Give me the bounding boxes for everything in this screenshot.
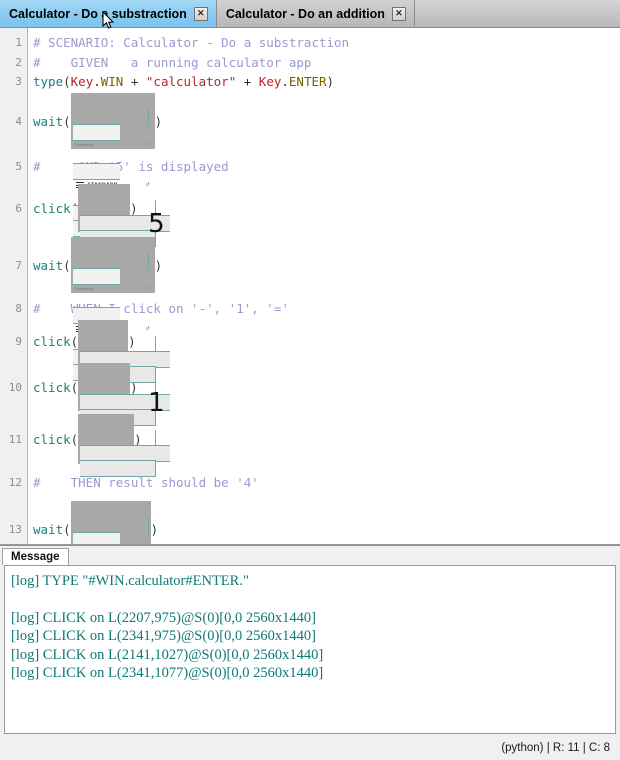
paren-open: (	[63, 73, 71, 89]
status-bar: (python) | R: 11 | C: 8	[0, 736, 620, 760]
line-number: 12	[8, 475, 22, 489]
string-literal: "calculator"	[145, 73, 237, 89]
paren-close: )	[150, 521, 159, 537]
function-name: wait	[33, 257, 64, 273]
plus-operator: +	[236, 73, 259, 89]
code-line: click( )	[33, 412, 620, 477]
code-line: click( 1 )	[33, 362, 620, 426]
dot: .	[93, 73, 101, 89]
line-number: 13	[8, 522, 22, 536]
comment-text: # WHEN I click on '-', '1', '='	[33, 300, 289, 316]
paren-open: (	[63, 257, 71, 273]
code-line: # GIVEN a running calculator app	[33, 52, 620, 72]
code-line: # WHEN I click on '-', '1', '='	[33, 295, 620, 321]
calculator-window-title: Calculator	[74, 142, 93, 147]
code-line: # AND '5' is displayed	[33, 152, 620, 181]
plus-operator: +	[123, 73, 146, 89]
line-number: 5	[15, 160, 22, 173]
function-name: wait	[33, 113, 64, 129]
comment-text: # GIVEN a running calculator app	[33, 54, 312, 70]
editor-tab-bar: Calculator - Do a substraction ✕ Calcula…	[0, 0, 620, 29]
line-number-gutter: 1 2 3 4 5 6 7 8 9 10 11 12 13	[0, 28, 28, 544]
log-entry: [log] CLICK on L(2207,975)@S(0)[0,0 2560…	[11, 609, 316, 626]
paren-close: )	[154, 113, 163, 129]
line-number: 4	[15, 114, 22, 128]
calculator-titlebar: Calculator □	[73, 284, 153, 293]
line-number: 7	[15, 258, 22, 272]
tab-calculator-addition[interactable]: Calculator - Do an addition ✕	[216, 0, 415, 27]
attribute-enter: ENTER	[288, 73, 327, 89]
paren-close: )	[154, 257, 163, 273]
line-number: 8	[15, 301, 22, 315]
log-entry: [log] CLICK on L(2341,1077)@S(0)[0,0 256…	[11, 665, 324, 681]
line-number: 1	[15, 35, 22, 49]
paren-open: (	[70, 431, 79, 447]
thumbnail-calculator-window-5[interactable]: Calculator □ STANDARD ↺ 5	[70, 237, 155, 381]
tab-calculator-substraction[interactable]: Calculator - Do a substraction ✕	[0, 0, 217, 27]
dot: .	[281, 73, 289, 89]
window-controls-icon: − □	[135, 142, 151, 147]
calculator-titlebar: Calculator − □	[73, 140, 153, 149]
line-number: 11	[8, 432, 22, 446]
code-line: type(Key. WIN + "calculator" + Key. ENTER)	[33, 72, 620, 90]
attribute-win: WIN	[100, 73, 124, 89]
function-name: click	[33, 431, 71, 447]
history-icon: ↺	[145, 326, 150, 332]
code-line: click( 5 )	[33, 181, 620, 247]
function-name: click	[33, 200, 71, 216]
keyword-key: Key	[258, 73, 282, 89]
log-entry: [log] TYPE "#WIN.calculator#ENTER."	[11, 573, 249, 589]
thumbnail-button-minus[interactable]	[78, 319, 171, 383]
ide-window: Calculator - Do a substraction ✕ Calcula…	[0, 0, 620, 760]
log-entry: [log] CLICK on L(2341,975)@S(0)[0,0 2560…	[11, 628, 316, 644]
function-name: type	[33, 73, 64, 89]
line-number: 6	[15, 201, 22, 215]
tab-message[interactable]: Message	[2, 548, 69, 565]
thumbnail-button-5[interactable]: 5	[78, 184, 171, 247]
code-content[interactable]: # SCENARIO: Calculator - Do a substracti…	[28, 28, 620, 544]
function-name: click	[33, 334, 71, 349]
thumbnail-calculator-window-0[interactable]: Calculator − □ STANDARD ↺ 0	[70, 93, 155, 237]
keyword-key: Key	[70, 73, 94, 89]
tab-label: Calculator - Do a substraction	[9, 6, 187, 21]
message-log-area[interactable]: [log] TYPE "#WIN.calculator#ENTER." [log…	[4, 565, 616, 734]
message-tab-strip: Message	[0, 546, 620, 565]
code-line: click( )	[33, 319, 620, 383]
window-controls-icon: □	[144, 286, 151, 291]
function-name: click	[33, 379, 71, 395]
thumbnail-button-1[interactable]: 1	[78, 363, 171, 426]
code-line: wait( Calculator □ STANDARD ↺	[33, 235, 620, 381]
log-spacer	[11, 591, 609, 609]
history-icon: ↺	[145, 182, 150, 188]
log-entry: [log] CLICK on L(2141,1027)@S(0)[0,0 256…	[11, 646, 324, 663]
calculator-window-title: Calculator	[74, 286, 93, 291]
calculator-window-preview: Calculator □ STANDARD ↺ 4	[72, 517, 149, 544]
thumbnail-calculator-window-4[interactable]: Calculator □ STANDARD ↺ 4	[70, 501, 151, 544]
message-panel: Message [log] TYPE "#WIN.calculator#ENTE…	[0, 545, 620, 736]
line-number: 9	[15, 335, 22, 348]
code-line: wait( Calculator − □ STANDARD ↺	[33, 90, 620, 237]
paren-open: (	[63, 521, 71, 537]
line-number: 10	[8, 380, 22, 394]
close-icon[interactable]: ✕	[391, 6, 406, 21]
tab-label: Calculator - Do an addition	[225, 6, 385, 21]
line-number: 2	[15, 55, 22, 69]
function-name: wait	[33, 521, 64, 537]
paren-open: (	[63, 113, 71, 129]
code-line: # SCENARIO: Calculator - Do a substracti…	[33, 32, 620, 52]
close-icon[interactable]: ✕	[193, 6, 208, 21]
tab-bar-filler	[415, 0, 620, 27]
code-editor[interactable]: 1 2 3 4 5 6 7 8 9 10 11 12 13 # SCENARIO…	[0, 28, 620, 545]
comment-text: # SCENARIO: Calculator - Do a substracti…	[33, 34, 350, 50]
thumbnail-button-equals[interactable]	[78, 414, 171, 477]
code-line: wait( Calculator □ STANDARD ↺	[33, 498, 620, 544]
status-text: (python) | R: 11 | C: 8	[501, 742, 610, 754]
comment-text: # AND '5' is displayed	[33, 159, 229, 174]
paren-close: )	[326, 73, 335, 89]
line-number: 3	[15, 74, 22, 88]
paren-open: (	[70, 334, 79, 349]
